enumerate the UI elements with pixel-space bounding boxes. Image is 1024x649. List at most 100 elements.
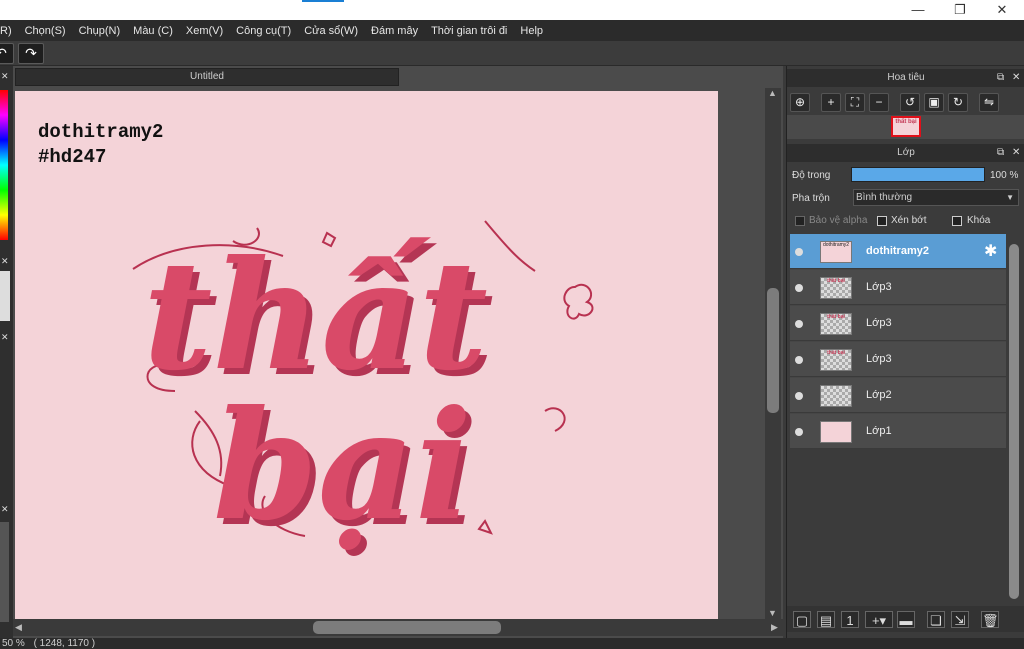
new-folder-icon[interactable]: ▬ xyxy=(897,611,915,628)
layer-row[interactable]: Lớp2 xyxy=(790,378,1006,413)
zoom-in-icon[interactable]: + xyxy=(821,93,841,112)
gear-icon[interactable]: ✱ xyxy=(984,241,997,261)
clipping-checkbox[interactable] xyxy=(877,216,887,226)
new-halftone-layer-icon[interactable]: ▤ xyxy=(817,611,835,628)
undo-icon[interactable]: ↶ xyxy=(0,43,14,64)
visibility-icon[interactable] xyxy=(795,248,803,256)
duplicate-layer-icon[interactable]: ❏ xyxy=(927,611,945,628)
navigator-preview[interactable]: thất bại xyxy=(787,115,1024,139)
merge-layer-icon[interactable]: ⇲ xyxy=(951,611,969,628)
layers-header: Lớp ⧉ ✕ xyxy=(787,144,1024,162)
visibility-icon[interactable] xyxy=(795,320,803,328)
popout-icon[interactable]: ⧉ xyxy=(997,144,1004,162)
lock-checkbox[interactable] xyxy=(952,216,962,226)
menu-item-cloud[interactable]: Đám mây xyxy=(371,25,418,37)
panel-close-icon[interactable]: ✕ xyxy=(1,71,9,82)
lettering-artwork: thất bại thất bại xyxy=(132,220,594,560)
maximize-button[interactable]: ❐ xyxy=(950,1,970,19)
vertical-scrollbar[interactable]: ▲ ▼ xyxy=(765,88,781,620)
blend-mode-select[interactable]: Bình thường ▼ xyxy=(853,189,1019,206)
hue-bar[interactable] xyxy=(0,90,8,240)
add-layer-menu-icon[interactable]: +▾ xyxy=(865,611,893,628)
color-swatch[interactable] xyxy=(0,522,9,622)
menu-item-timelapse[interactable]: Thời gian trôi đi xyxy=(431,25,507,37)
layer-scroll-thumb[interactable] xyxy=(1009,244,1019,599)
horizontal-scroll-thumb[interactable] xyxy=(313,621,501,634)
navigator-header: Hoa tiêu ⧉ ✕ xyxy=(787,69,1024,87)
brush-preview xyxy=(0,271,10,321)
title-bar: — ❐ ✕ xyxy=(0,0,1024,20)
zoom-fit-icon[interactable]: ⊕ xyxy=(790,93,810,112)
minimize-button[interactable]: — xyxy=(908,1,928,19)
layer-row[interactable]: thất bại Lớp3 xyxy=(790,342,1006,377)
scroll-up-icon[interactable]: ▲ xyxy=(768,88,777,98)
navigator-title: Hoa tiêu xyxy=(887,72,925,83)
visibility-icon[interactable] xyxy=(795,284,803,292)
opacity-value: 100 % xyxy=(990,170,1019,181)
layer-name: Lớp3 xyxy=(866,281,892,293)
panel-close-icon[interactable]: ✕ xyxy=(1,332,9,343)
redo-icon[interactable]: ↷ xyxy=(18,43,44,64)
visibility-icon[interactable] xyxy=(795,392,803,400)
layer-row[interactable]: Lớp1 xyxy=(790,414,1006,449)
menu-item-r[interactable]: R) xyxy=(0,25,12,37)
popout-icon[interactable]: ⧉ xyxy=(997,69,1004,87)
menu-item-window[interactable]: Cửa sổ(W) xyxy=(304,25,358,37)
layer-row[interactable]: thất bại Lớp3 xyxy=(790,270,1006,305)
menu-item-view[interactable]: Xem(V) xyxy=(186,25,223,37)
close-icon[interactable]: ✕ xyxy=(1012,144,1020,162)
panel-close-icon[interactable]: ✕ xyxy=(1,504,9,515)
scroll-left-icon[interactable]: ◀ xyxy=(15,622,22,633)
status-bar: 50 % ( 1248, 1170 ) xyxy=(0,638,1024,649)
close-icon[interactable]: ✕ xyxy=(1012,69,1020,87)
navigator-thumbnail[interactable]: thất bại xyxy=(891,116,921,137)
panel-close-icon[interactable]: ✕ xyxy=(1,256,9,267)
menu-item-capture[interactable]: Chụp(N) xyxy=(79,25,121,37)
scroll-down-icon[interactable]: ▼ xyxy=(768,608,777,618)
chevron-down-icon: ▼ xyxy=(1006,193,1014,202)
layer-name: Lớp3 xyxy=(866,353,892,365)
flip-icon[interactable]: ⇋ xyxy=(979,93,999,112)
layer-thumbnail: thất bại xyxy=(820,349,852,371)
canvas-page[interactable]: dothitramy2 #hd247 thất bại thất bại xyxy=(15,91,718,619)
opacity-label: Độ trong xyxy=(792,170,831,181)
vertical-scroll-thumb[interactable] xyxy=(767,288,779,413)
left-tool-strip: ✕ ✕ ✕ ✕ xyxy=(0,66,13,638)
menu-item-color[interactable]: Màu (C) xyxy=(133,25,173,37)
trash-icon[interactable]: 🗑 xyxy=(981,611,999,628)
document-tab[interactable]: Untitled xyxy=(15,68,399,86)
zoom-readout: 50 % xyxy=(2,638,25,649)
zoom-out-icon[interactable]: − xyxy=(869,93,889,112)
layer-name: dothitramy2 xyxy=(866,245,929,257)
right-panel: Hoa tiêu ⧉ ✕ ⊕ + ⛶ − ↺ ▣ ↻ ⇋ thất bại Lớ… xyxy=(786,66,1024,638)
layer-thumbnail xyxy=(820,385,852,407)
close-button[interactable]: ✕ xyxy=(992,1,1012,19)
scroll-right-icon[interactable]: ▶ xyxy=(771,622,778,633)
layer-name: Lớp3 xyxy=(866,317,892,329)
protect-alpha-checkbox[interactable] xyxy=(795,216,805,226)
blend-label: Pha trộn xyxy=(792,193,830,204)
layer-scrollbar[interactable] xyxy=(1007,234,1021,614)
layer-row[interactable]: thất bại Lớp3 xyxy=(790,306,1006,341)
layer-list: dothitramy2 dothitramy2 ✱ thất bại Lớp3 … xyxy=(790,234,1006,449)
layer-name: Lớp2 xyxy=(866,389,892,401)
lock-label: Khóa xyxy=(967,215,991,226)
layer-thumbnail: thất bại xyxy=(820,277,852,299)
layer-thumbnail xyxy=(820,421,852,443)
layer-row[interactable]: dothitramy2 dothitramy2 ✱ xyxy=(790,234,1006,269)
menu-item-help[interactable]: Help xyxy=(520,25,543,37)
horizontal-scrollbar[interactable]: ◀ ▶ xyxy=(13,619,783,636)
menu-item-select[interactable]: Chọn(S) xyxy=(25,25,66,37)
menu-item-tools[interactable]: Công cụ(T) xyxy=(236,25,291,37)
new-1bit-layer-icon[interactable]: 1 xyxy=(841,611,859,628)
actual-size-icon[interactable]: ▣ xyxy=(924,93,944,112)
layer-actions-bar: ▢ ▤ 1 +▾ ▬ ❏ ⇲ 🗑 xyxy=(787,606,1024,632)
blend-mode-value: Bình thường xyxy=(856,192,913,203)
visibility-icon[interactable] xyxy=(795,356,803,364)
rotate-right-icon[interactable]: ↻ xyxy=(948,93,968,112)
opacity-slider[interactable] xyxy=(851,167,985,182)
rotate-left-icon[interactable]: ↺ xyxy=(900,93,920,112)
new-layer-icon[interactable]: ▢ xyxy=(793,611,811,628)
visibility-icon[interactable] xyxy=(795,428,803,436)
fit-window-icon[interactable]: ⛶ xyxy=(845,93,865,112)
